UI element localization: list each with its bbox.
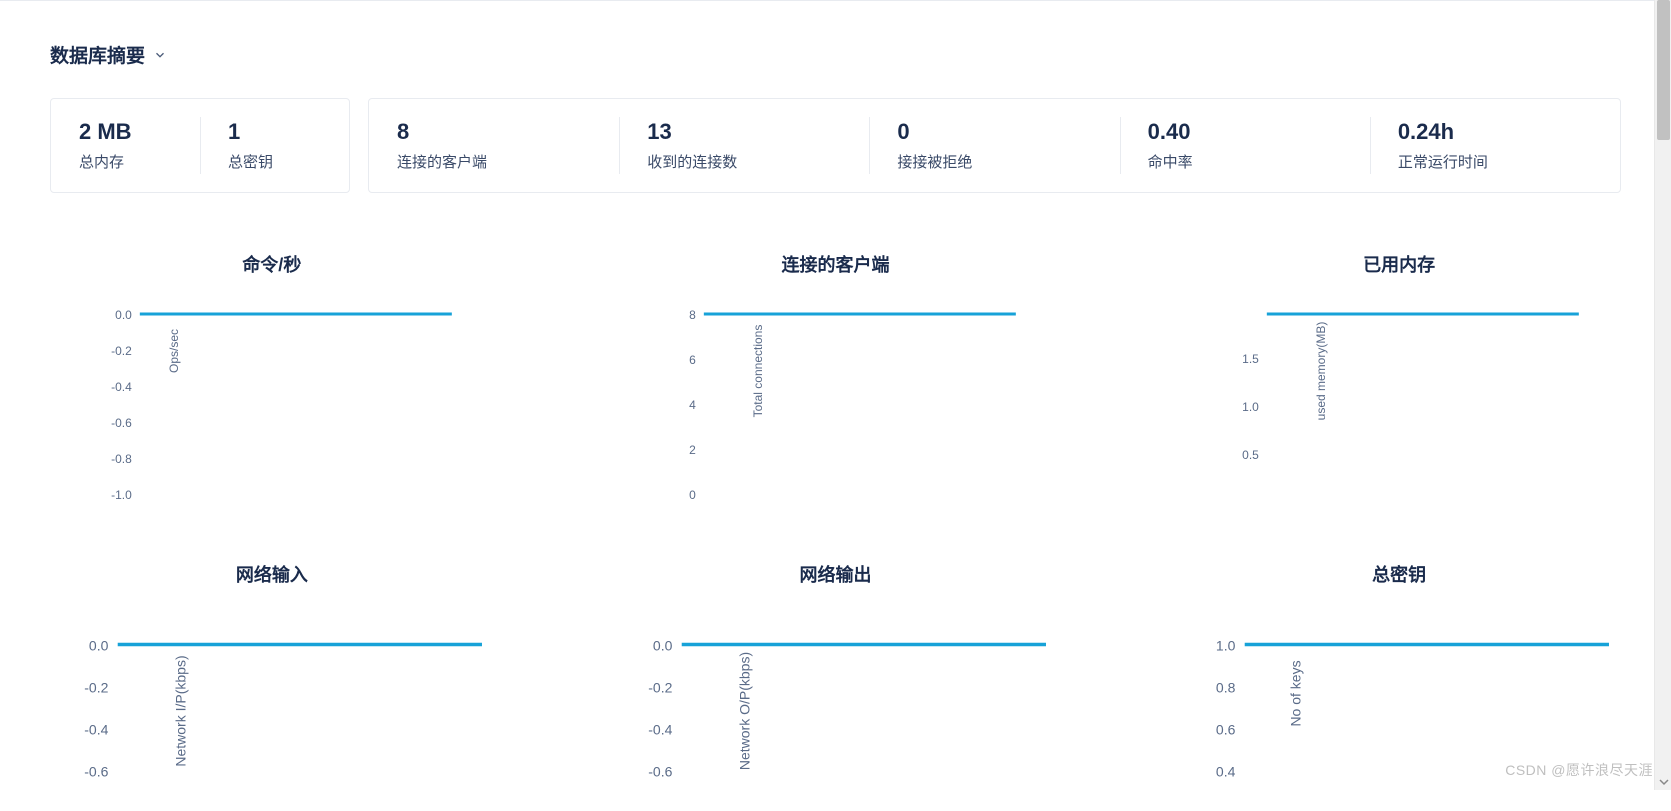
chart-plot: 1.0 0.8 0.6 0.4 No of keys [1177, 611, 1621, 811]
chart-mem: 已用内存 1.5 1.0 0.5 used memory(MB) [1177, 251, 1621, 501]
ytick: -0.2 [111, 344, 132, 358]
chevron-down-icon [153, 48, 167, 62]
ytick: 0 [689, 488, 696, 501]
metric-label: 接接被拒绝 [897, 151, 1091, 172]
chart-plot: 8 6 4 2 0 Total connections [614, 301, 1058, 501]
metric-card-stats: 8 连接的客户端 13 收到的连接数 0 接接被拒绝 0.40 命中率 0.24… [368, 98, 1621, 193]
ytick: -0.2 [648, 679, 672, 695]
ytick: 1.0 [1242, 400, 1259, 414]
watermark: CSDN @愿许浪尽天涯 [1505, 760, 1653, 780]
ytick: -0.6 [84, 763, 108, 779]
chart-plot: 0.0 -0.2 -0.4 -0.6 Network O/P(kbps) [614, 611, 1058, 811]
ytick: -0.4 [648, 721, 672, 737]
chart-plot: 1.5 1.0 0.5 used memory(MB) [1177, 301, 1621, 501]
ytick: 0.5 [1242, 448, 1259, 462]
metric-hit-rate: 0.40 命中率 [1120, 99, 1370, 192]
ytick: -1.0 [111, 488, 132, 501]
ytick: -0.4 [84, 721, 108, 737]
section-header[interactable]: 数据库摘要 [50, 41, 1621, 68]
metric-value: 2 MB [79, 119, 172, 145]
ytick: 2 [689, 443, 696, 457]
ylabel: used memory(MB) [1314, 322, 1328, 421]
chart-title: 网络输出 [799, 561, 871, 587]
metric-label: 收到的连接数 [647, 151, 841, 172]
chart-title: 网络输入 [236, 561, 308, 587]
metric-label: 连接的客户端 [397, 151, 591, 172]
ytick: 0.0 [653, 637, 673, 653]
ytick: 0.6 [1216, 721, 1236, 737]
metric-value: 8 [397, 119, 591, 145]
ylabel: Total connections [750, 325, 764, 418]
metric-rejected-connections: 0 接接被拒绝 [869, 99, 1119, 192]
metric-connected-clients: 8 连接的客户端 [369, 99, 619, 192]
metric-total-keys: 1 总密钥 [200, 99, 349, 192]
ylabel: No of keys [1288, 660, 1304, 726]
scrollbar[interactable] [1654, 0, 1671, 790]
ytick: 4 [689, 398, 696, 412]
chart-title: 总密钥 [1372, 561, 1426, 587]
chart-netin: 网络输入 0.0 -0.2 -0.4 -0.6 Network I/P(kbps… [50, 561, 494, 811]
ytick: 1.5 [1242, 352, 1259, 366]
metrics-row: 2 MB 总内存 1 总密钥 8 连接的客户端 13 收到的连接数 0 接接被拒… [50, 98, 1621, 193]
ytick: 0.0 [115, 308, 132, 322]
scroll-down-icon[interactable] [1655, 773, 1671, 790]
ytick: -0.6 [648, 763, 672, 779]
ytick: -0.8 [111, 452, 132, 466]
ytick: 0.4 [1216, 763, 1236, 779]
chart-plot: 0.0 -0.2 -0.4 -0.6 Network I/P(kbps) [50, 611, 494, 811]
ytick: 6 [689, 353, 696, 367]
metric-card-memory-keys: 2 MB 总内存 1 总密钥 [50, 98, 350, 193]
metric-value: 0.40 [1148, 119, 1342, 145]
chart-plot: 0.0 -0.2 -0.4 -0.6 -0.8 -1.0 Ops/sec [50, 301, 494, 501]
metric-value: 1 [228, 119, 321, 145]
charts-grid: 命令/秒 0.0 -0.2 -0.4 -0.6 -0.8 -1.0 Ops/se… [50, 251, 1621, 811]
ylabel: Network I/P(kbps) [172, 655, 188, 766]
metric-label: 总密钥 [228, 151, 321, 172]
scrollbar-thumb[interactable] [1657, 0, 1670, 140]
section-title: 数据库摘要 [50, 41, 145, 68]
ytick: 1.0 [1216, 637, 1236, 653]
ytick: -0.6 [111, 416, 132, 430]
metric-total-memory: 2 MB 总内存 [51, 99, 200, 192]
ytick: 8 [689, 308, 696, 322]
chart-ops: 命令/秒 0.0 -0.2 -0.4 -0.6 -0.8 -1.0 Ops/se… [50, 251, 494, 501]
ytick: 0.0 [89, 637, 109, 653]
metric-uptime: 0.24h 正常运行时间 [1370, 99, 1620, 192]
chart-title: 命令/秒 [242, 251, 301, 277]
metric-connections-received: 13 收到的连接数 [619, 99, 869, 192]
ytick: -0.2 [84, 679, 108, 695]
chart-netout: 网络输出 0.0 -0.2 -0.4 -0.6 Network O/P(kbps… [614, 561, 1058, 811]
ytick: 0.8 [1216, 679, 1236, 695]
metric-value: 0 [897, 119, 1091, 145]
chart-title: 已用内存 [1363, 251, 1435, 277]
metric-value: 0.24h [1398, 119, 1592, 145]
ylabel: Network O/P(kbps) [736, 652, 752, 770]
chart-clients: 连接的客户端 8 6 4 2 0 Total connections [614, 251, 1058, 501]
metric-label: 正常运行时间 [1398, 151, 1592, 172]
ytick: -0.4 [111, 380, 132, 394]
metric-value: 13 [647, 119, 841, 145]
ylabel: Ops/sec [167, 329, 181, 373]
dashboard-page: 数据库摘要 2 MB 总内存 1 总密钥 8 连接的客户端 13 收到的连接数 [0, 0, 1671, 811]
chart-title: 连接的客户端 [781, 251, 889, 277]
metric-label: 总内存 [79, 151, 172, 172]
metric-label: 命中率 [1148, 151, 1342, 172]
